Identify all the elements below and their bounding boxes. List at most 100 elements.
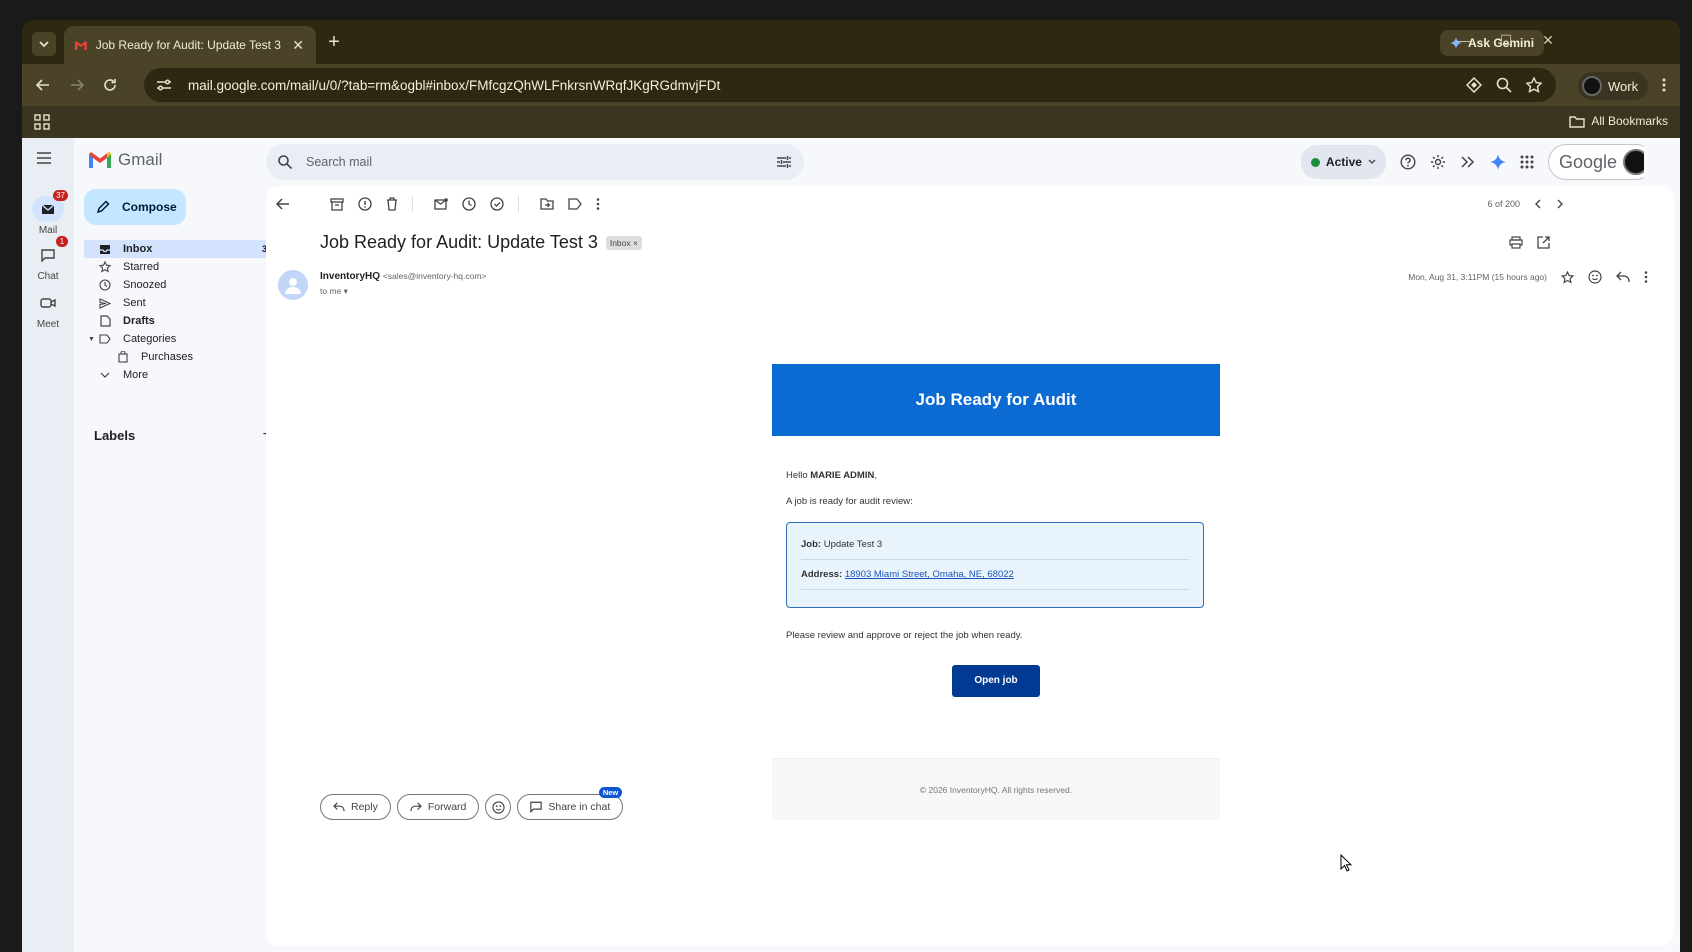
gmail-logo[interactable]: Gmail	[88, 150, 162, 170]
browser-tab-active[interactable]: Job Ready for Audit: Update Test 3 ✕	[64, 26, 316, 64]
help-icon[interactable]	[1400, 154, 1416, 170]
back-button[interactable]	[32, 74, 54, 96]
archive-icon[interactable]	[330, 197, 344, 211]
sender-info: InventoryHQ <sales@inventory-hq.com>	[320, 271, 486, 282]
open-job-button[interactable]: Open job	[952, 665, 1040, 697]
address-bar[interactable]: mail.google.com/mail/u/0/?tab=rm&ogbl#in…	[144, 68, 1556, 102]
newer-icon[interactable]	[1534, 199, 1542, 209]
settings-gear-icon[interactable]	[1430, 154, 1446, 170]
forward-label: Forward	[427, 801, 467, 813]
reply-button[interactable]: Reply	[320, 794, 391, 820]
new-tab-button[interactable]: +	[322, 32, 346, 52]
bookmarks-bar: All Bookmarks	[22, 106, 1680, 138]
nav-sent[interactable]: Sent	[84, 294, 280, 312]
delete-icon[interactable]	[386, 197, 398, 211]
nav-purchases[interactable]: Purchases	[84, 348, 280, 366]
subject-line: Job Ready for Audit: Update Test 3 Inbox…	[320, 232, 642, 253]
report-spam-icon[interactable]	[358, 197, 372, 211]
search-options-icon[interactable]	[776, 155, 792, 169]
search-icon[interactable]	[278, 155, 292, 169]
greeting-suffix: ,	[874, 470, 877, 481]
browser-window: Job Ready for Audit: Update Test 3 ✕ + A…	[22, 20, 1680, 952]
all-bookmarks-button[interactable]: All Bookmarks	[1569, 114, 1668, 128]
reload-button[interactable]	[99, 74, 121, 96]
gemini-sparkle-icon[interactable]	[1489, 154, 1506, 170]
nav-more[interactable]: More	[84, 366, 280, 384]
site-settings-icon[interactable]	[156, 78, 176, 92]
open-in-new-window-icon[interactable]	[1537, 236, 1550, 249]
nav-categories[interactable]: ▼ Categories	[84, 330, 280, 348]
rail-chat[interactable]: 1 Chat	[22, 236, 74, 282]
address-line: Address: 18903 Miami Street, Omaha, NE, …	[801, 569, 1189, 590]
job-label: Job:	[801, 539, 822, 550]
snooze-icon[interactable]	[462, 197, 476, 211]
window-close-icon[interactable]: ✕	[1538, 32, 1558, 49]
label-as-icon[interactable]	[568, 198, 582, 210]
reply-icon	[333, 802, 345, 812]
nav-inbox[interactable]: Inbox 37	[84, 240, 280, 258]
search-bar[interactable]: Search mail	[266, 144, 804, 180]
rail-meet[interactable]: Meet	[22, 290, 74, 330]
recipient-label: to me	[320, 286, 342, 296]
older-icon[interactable]	[1556, 199, 1564, 209]
main-menu-icon[interactable]	[36, 152, 52, 164]
inbox-chip-label: Inbox	[609, 237, 631, 248]
bookmark-star-icon[interactable]	[1526, 77, 1542, 93]
mark-unread-icon[interactable]	[434, 198, 448, 210]
nav-drafts[interactable]: Drafts 2	[84, 312, 280, 330]
sender-avatar[interactable]	[278, 270, 308, 300]
share-in-chat-button[interactable]: Share in chat New	[517, 787, 624, 820]
back-to-inbox-icon[interactable]	[276, 198, 290, 210]
move-to-icon[interactable]	[540, 198, 554, 210]
nav-drafts-label: Drafts	[123, 315, 155, 327]
forward-button[interactable]	[66, 74, 88, 96]
nav-snoozed[interactable]: Snoozed	[84, 276, 280, 294]
print-icon[interactable]	[1509, 236, 1523, 249]
arrow-right-icon	[71, 79, 84, 91]
browser-toolbar: mail.google.com/mail/u/0/?tab=rm&ogbl#in…	[22, 64, 1680, 106]
sender-name[interactable]: InventoryHQ	[320, 271, 380, 282]
emoji-reaction-icon[interactable]	[1588, 270, 1602, 284]
pencil-icon	[96, 200, 110, 214]
compose-button[interactable]: Compose	[84, 189, 186, 225]
arrow-left-icon	[36, 79, 49, 91]
zoom-icon[interactable]	[1496, 77, 1512, 93]
caret-down-icon[interactable]: ▼	[88, 336, 95, 343]
forward-button[interactable]: Forward	[396, 794, 480, 820]
message-toolbar	[276, 196, 600, 212]
apps-grid-icon[interactable]	[34, 114, 50, 130]
rail-mail[interactable]: 37 Mail	[22, 190, 74, 236]
more-actions-icon[interactable]	[596, 198, 600, 210]
tab-search-button[interactable]	[32, 32, 56, 56]
draft-icon	[98, 315, 112, 327]
add-to-tasks-icon[interactable]	[490, 197, 504, 211]
share-in-chat-label: Share in chat	[548, 801, 611, 813]
star-icon[interactable]	[1561, 270, 1574, 284]
nav-snoozed-label: Snoozed	[123, 279, 167, 291]
reply-icon[interactable]	[1616, 271, 1630, 283]
tab-close-icon[interactable]: ✕	[290, 37, 306, 54]
translate-icon[interactable]	[1466, 77, 1482, 93]
email-banner-title: Job Ready for Audit	[915, 390, 1077, 409]
address-link[interactable]: 18903 Miami Street, Omaha, NE, 68022	[845, 569, 1014, 580]
maximize-icon[interactable]: ☐	[1496, 32, 1516, 49]
google-account-button[interactable]: Google	[1547, 144, 1654, 180]
recipient-details[interactable]: to me ▾	[320, 286, 348, 297]
header-actions: Active Google	[1300, 144, 1654, 180]
clock-icon	[98, 279, 112, 291]
gemini-features-icon[interactable]	[1460, 154, 1476, 170]
emoji-button[interactable]	[485, 794, 512, 820]
job-details-box: Job: Update Test 3 Address: 18903 Miami …	[786, 522, 1204, 608]
inbox-label-chip[interactable]: Inbox ×	[605, 235, 642, 250]
gmail-wordmark: Gmail	[118, 150, 163, 169]
search-input[interactable]: Search mail	[306, 155, 762, 169]
status-dropdown[interactable]: Active	[1300, 145, 1386, 179]
message-more-icon[interactable]	[1644, 271, 1648, 283]
google-apps-icon[interactable]	[1520, 155, 1534, 169]
forward-icon	[410, 802, 422, 812]
minimize-icon[interactable]: —	[1454, 32, 1474, 48]
profile-button[interactable]: Work	[1578, 72, 1649, 100]
nav-starred[interactable]: Starred	[84, 258, 280, 276]
caret-down-icon: ▾	[343, 286, 348, 296]
browser-menu-icon[interactable]	[1662, 78, 1666, 92]
